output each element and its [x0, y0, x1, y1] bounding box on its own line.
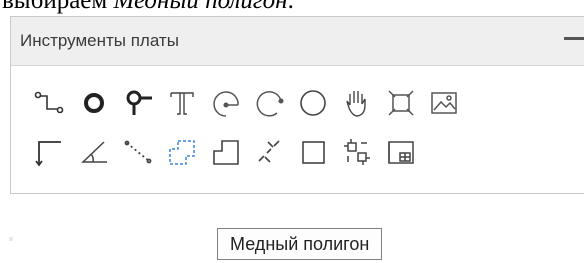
text-icon: [170, 92, 194, 115]
document-text-suffix: .: [287, 0, 294, 14]
tool-component[interactable]: [381, 83, 421, 123]
tooltip: Медный полигон: [217, 228, 383, 260]
tool-arc-center[interactable]: [206, 83, 246, 123]
tool-dimension[interactable]: [29, 132, 69, 172]
measure-distance-icon: [124, 140, 152, 164]
tool-polygon-line[interactable]: [206, 132, 246, 172]
group-icon: [344, 139, 370, 165]
tool-image[interactable]: [424, 83, 464, 123]
circle-icon: [300, 90, 326, 116]
board-tools-panel: Инструменты платы: [10, 16, 584, 194]
pad-icon: [126, 90, 152, 115]
tool-rectangle[interactable]: [293, 132, 333, 172]
tool-arc-edge[interactable]: [249, 83, 289, 123]
tool-via[interactable]: [74, 83, 114, 123]
document-text: выбираем Медный полигон.: [2, 0, 294, 15]
pan-hand-icon: [346, 91, 366, 117]
panel-title: Инструменты платы: [20, 31, 179, 50]
document-text-emphasis: Медный полигон: [113, 0, 288, 14]
component-icon: [388, 90, 414, 116]
tool-copper-polygon[interactable]: [162, 132, 202, 172]
tool-pan-hand[interactable]: [337, 83, 377, 123]
angle-icon: [81, 141, 107, 163]
document-text-prefix: выбираем: [2, 0, 114, 14]
tool-panel-array[interactable]: [381, 132, 421, 172]
panel-header: Инструменты платы: [11, 17, 584, 66]
tool-group[interactable]: [337, 132, 377, 172]
tool-measure-distance[interactable]: [118, 132, 158, 172]
route-trace-icon: [34, 91, 64, 114]
via-icon: [84, 93, 104, 113]
rectangle-icon: [302, 141, 325, 164]
polygon-line-icon: [213, 140, 239, 165]
panel-array-icon: [388, 141, 414, 164]
collapse-button[interactable]: [564, 37, 584, 40]
arc-center-icon: [213, 91, 239, 117]
tool-route-trace[interactable]: [29, 83, 69, 123]
background-speck: [9, 237, 13, 241]
tool-angle[interactable]: [74, 132, 114, 172]
image-icon: [431, 92, 457, 114]
tool-circle[interactable]: [293, 83, 333, 123]
tool-jumper[interactable]: [249, 132, 289, 172]
tool-pad[interactable]: [118, 83, 158, 123]
jumper-icon: [258, 140, 280, 163]
copper-polygon-icon: [169, 140, 195, 165]
tool-text[interactable]: [162, 83, 202, 123]
arc-edge-icon: [256, 91, 284, 117]
dimension-icon: [35, 141, 61, 167]
